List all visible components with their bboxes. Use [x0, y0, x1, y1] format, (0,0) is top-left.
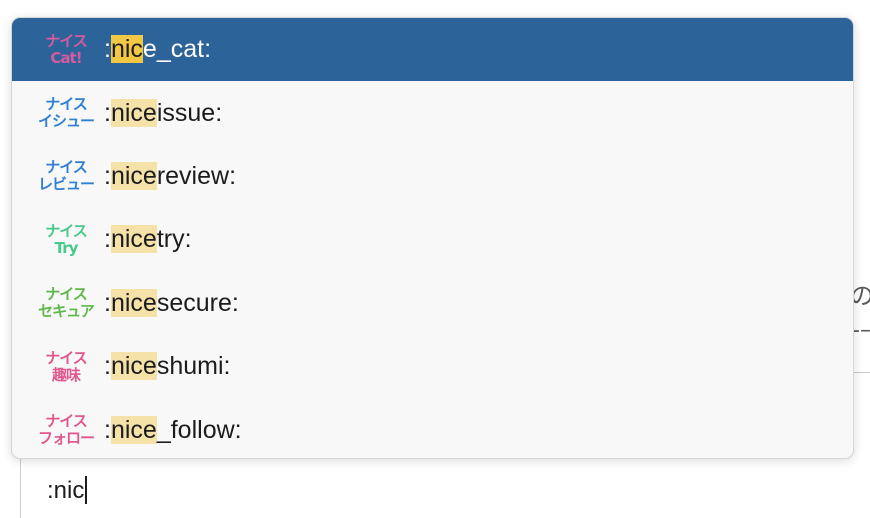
match-highlight: nice — [110, 288, 157, 317]
emoji-text-top: ナイス — [45, 221, 88, 240]
label-prefix: : — [104, 98, 111, 127]
match-highlight: nice — [110, 98, 157, 127]
label-prefix: : — [104, 35, 111, 64]
composer-value: :nic — [47, 477, 85, 504]
label-prefix: : — [104, 352, 111, 381]
emoji-text-top: ナイス — [45, 348, 88, 367]
emoji-suggestion-nicereview[interactable]: ナイス レビュー :nicereview: — [12, 145, 853, 208]
suggestion-label: :nicetry: — [104, 225, 192, 254]
suggestion-label: :nicereview: — [104, 161, 237, 191]
emoji-text-top: ナイス — [45, 412, 88, 431]
emoji-text-bottom: イシュー — [38, 112, 95, 131]
match-highlight: nice — [110, 415, 157, 444]
label-prefix: : — [104, 161, 111, 190]
emoji-text-top: ナイス — [45, 158, 88, 177]
match-highlight: nice — [110, 161, 157, 190]
suggestion-label: :niceshumi: — [104, 352, 230, 381]
emoji-text-top: ナイス — [45, 31, 88, 50]
match-highlight: nice — [110, 352, 157, 381]
label-rest: secure: — [156, 288, 239, 317]
emoji-text-bottom: 趣味 — [51, 365, 81, 384]
emoji-text-bottom: セキュア — [38, 302, 95, 321]
nicereview-emoji-icon: ナイス レビュー — [38, 152, 95, 200]
suggestion-label: :nice_follow: — [104, 415, 242, 445]
label-rest: e_cat: — [142, 35, 212, 64]
background-text-fragment: -– — [852, 318, 870, 343]
emoji-suggestion-nice-follow[interactable]: ナイス フォロー :nice_follow: — [12, 398, 853, 458]
label-rest: issue: — [156, 98, 223, 127]
nice-cat-emoji-icon: ナイス Cat! — [42, 26, 90, 74]
suggestion-label: :niceissue: — [104, 98, 223, 128]
emoji-text-bottom: フォロー — [38, 429, 95, 448]
match-highlight: nic — [110, 35, 143, 64]
suggestion-label: :nice_cat: — [104, 35, 211, 64]
emoji-text-bottom: Try — [54, 238, 79, 257]
niceissue-emoji-icon: ナイス イシュー — [38, 89, 95, 137]
suggestion-label: :nicesecure: — [104, 288, 239, 318]
nice-follow-emoji-icon: ナイス フォロー — [38, 406, 95, 454]
niceshumi-emoji-icon: ナイス 趣味 — [42, 343, 90, 391]
match-highlight: nice — [110, 225, 157, 254]
emoji-text-top: ナイス — [45, 285, 88, 304]
label-prefix: : — [104, 415, 111, 444]
emoji-suggestion-niceissue[interactable]: ナイス イシュー :niceissue: — [12, 81, 853, 144]
label-rest: _follow: — [156, 415, 242, 444]
background-divider — [852, 372, 870, 373]
label-prefix: : — [104, 225, 111, 254]
emoji-suggestion-nicesecure[interactable]: ナイス セキュア :nicesecure: — [12, 272, 853, 335]
emoji-autocomplete-popup: ナイス Cat! :nice_cat: ナイス イシュー :niceissue:… — [11, 17, 854, 459]
nicesecure-emoji-icon: ナイス セキュア — [38, 279, 95, 327]
label-prefix: : — [104, 288, 111, 317]
nicetry-emoji-icon: ナイス Try — [42, 216, 90, 264]
label-rest: review: — [156, 161, 237, 190]
text-caret — [85, 476, 88, 504]
emoji-text-top: ナイス — [45, 95, 88, 114]
composer-input[interactable]: :nic — [47, 476, 88, 505]
emoji-text-bottom: Cat! — [50, 48, 82, 67]
emoji-text-bottom: レビュー — [38, 175, 95, 194]
emoji-suggestion-nice-cat[interactable]: ナイス Cat! :nice_cat: — [12, 18, 853, 82]
page: の -– :nic ナイス Cat! :nice_cat: ナイス イシュー :… — [0, 0, 870, 518]
label-rest: try: — [156, 225, 192, 254]
label-rest: shumi: — [156, 352, 231, 381]
emoji-suggestion-nicetry[interactable]: ナイス Try :nicetry: — [12, 208, 853, 271]
emoji-suggestion-niceshumi[interactable]: ナイス 趣味 :niceshumi: — [12, 335, 853, 398]
